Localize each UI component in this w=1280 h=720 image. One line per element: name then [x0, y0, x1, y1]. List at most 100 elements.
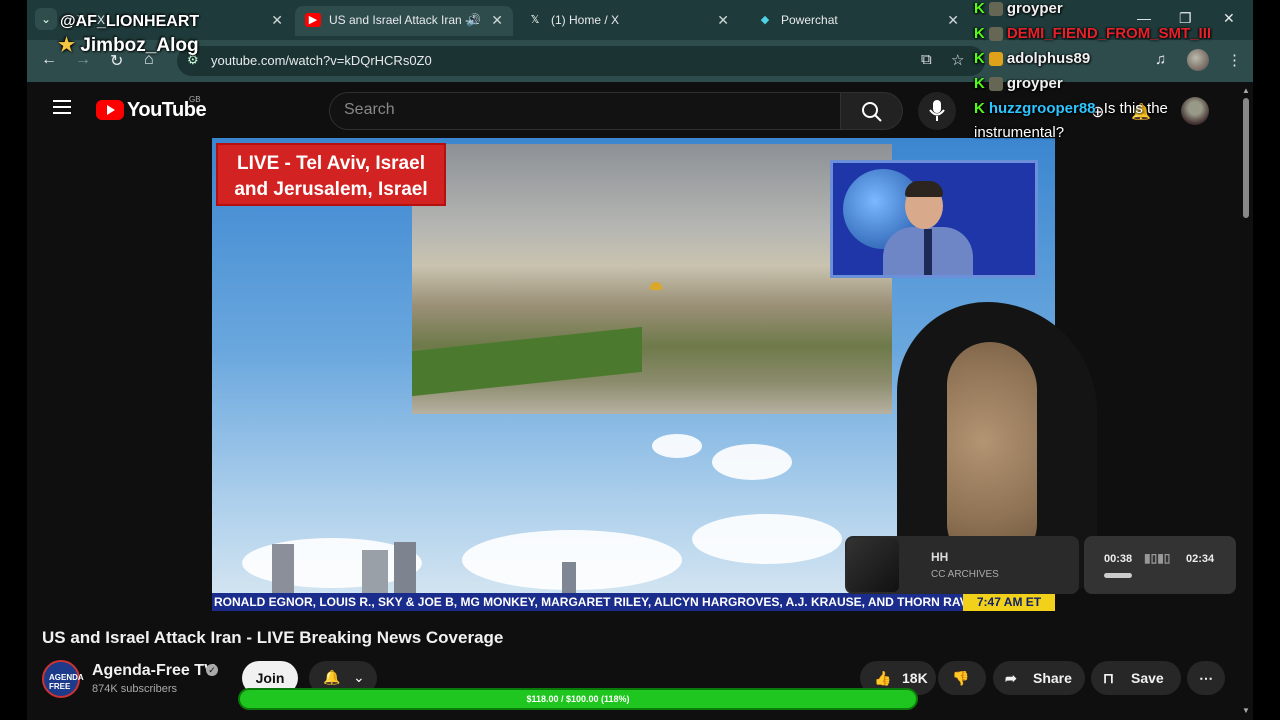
profile-avatar[interactable] [1187, 49, 1209, 71]
chat-username: adolphus89 [1006, 50, 1091, 67]
user-badge-icon [988, 27, 1003, 42]
album-art [847, 538, 899, 592]
window-close-icon[interactable]: ✕ [1223, 10, 1235, 27]
chevron-down-icon: ⌄ [353, 669, 365, 685]
elapsed-time: 00:38 [1104, 553, 1133, 565]
cloud [652, 434, 702, 458]
star-icon: ★ [58, 35, 76, 56]
media-control-icon[interactable]: ♫ [1155, 51, 1166, 68]
mic-icon [929, 100, 945, 121]
overlay-user-2: Jimboz_Alog [80, 35, 199, 56]
kick-icon: K [974, 0, 985, 17]
cloud [692, 514, 842, 564]
kick-icon: K [974, 25, 985, 42]
music-miniplayer[interactable]: HH CC ARCHIVES [845, 536, 1079, 594]
tab-x-home[interactable]: 𝕏 (1) Home / X ✕ [517, 6, 739, 36]
scroll-up-icon[interactable]: ▲ [1242, 86, 1250, 95]
x-icon: 𝕏 [530, 14, 540, 26]
channel-avatar[interactable]: AGENDA FREE [42, 660, 83, 698]
kick-icon: K [974, 75, 985, 92]
gold-badge-icon [988, 52, 1003, 67]
live-label-line1: LIVE - Tel Aviv, Israel [237, 153, 425, 174]
equalizer-icon: ▮▯▮▯ [1144, 551, 1171, 565]
more-icon: ⋯ [1199, 670, 1213, 686]
overlay-user-1: @AF_LIONHEART [60, 13, 200, 30]
chat-message: Kgroyper [974, 75, 1063, 92]
close-icon[interactable]: ✕ [717, 6, 729, 34]
account-avatar[interactable] [1181, 97, 1209, 125]
live-label-line2: and Jerusalem, Israel [234, 179, 428, 200]
menu-dots-icon[interactable]: ⋮ [1227, 51, 1242, 69]
youtube-icon: ▶ [305, 13, 321, 27]
bookmark-icon: ⊓ [1103, 670, 1114, 686]
track-duration: 02:34 [1186, 553, 1215, 565]
menu-icon[interactable] [53, 100, 71, 114]
page-scrollbar[interactable]: ▲ ▼ [1239, 86, 1253, 720]
user-badge-icon [988, 2, 1003, 17]
tab-title: Powerchat [781, 13, 838, 27]
chat-text: Is this the [1103, 100, 1168, 117]
thumbs-down-icon: 👎 [952, 670, 970, 686]
save-button[interactable]: ⊓ Save [1091, 661, 1181, 695]
scroll-down-icon[interactable]: ▼ [1242, 706, 1250, 715]
save-label: Save [1131, 670, 1164, 686]
chat-username: DEMI_FIEND_FROM_SMT_III [1006, 25, 1212, 42]
minimize-icon[interactable]: — [1137, 10, 1151, 26]
chat-message: Khuzzgrooper88 Is this the [974, 100, 1168, 117]
speaker-icon[interactable]: 🔊 [466, 6, 481, 34]
chat-message: Kadolphus89 [974, 50, 1090, 67]
jerusalem-camera-feed [412, 144, 892, 414]
url-text: youtube.com/watch?v=kDQrHCRs0Z0 [211, 53, 432, 68]
ticker-clock: 7:47 AM ET [963, 593, 1055, 611]
search-icon [862, 102, 882, 122]
bell-icon: 🔔 [323, 669, 341, 685]
dislike-button[interactable]: 👎 [938, 661, 986, 695]
skyscraper [394, 542, 416, 600]
overlay-user-2-row: ★ Jimboz_Alog [58, 34, 199, 57]
channel-name[interactable]: Agenda-Free TV [92, 662, 215, 680]
share-icon: ➦ [1005, 670, 1017, 686]
back-icon[interactable]: ← [41, 51, 57, 69]
news-anchor-inset [830, 160, 1038, 278]
install-app-icon[interactable]: ⧉ [921, 51, 932, 68]
bookmark-star-icon[interactable]: ☆ [951, 51, 964, 69]
search-input[interactable] [344, 101, 824, 119]
address-bar[interactable]: ⚙ youtube.com/watch?v=kDQrHCRs0Z0 [177, 46, 985, 76]
scrollbar-thumb[interactable] [1243, 98, 1249, 218]
live-location-banner: LIVE - Tel Aviv, Israel and Jerusalem, I… [216, 143, 446, 206]
dome-of-the-rock [650, 282, 662, 290]
subscriber-count: 874K subscribers [92, 683, 177, 695]
music-progress-bar[interactable] [1104, 573, 1132, 578]
chat-username: groyper [1006, 75, 1063, 92]
tab-title: US and Israel Attack Iran - L [329, 13, 480, 27]
chat-message: K DEMI_FIEND_FROM_SMT_III [974, 25, 1211, 42]
tab-youtube[interactable]: ▶ US and Israel Attack Iran - L 🔊 ✕ [295, 6, 513, 36]
track-title: HH [931, 550, 949, 564]
anchor-tie [924, 229, 932, 275]
tab-powerchat[interactable]: ◆ Powerchat ✕ [747, 6, 969, 36]
share-button[interactable]: ➦ Share [993, 661, 1085, 695]
close-icon[interactable]: ✕ [491, 6, 503, 34]
kick-icon: K [974, 50, 985, 67]
donation-goal-bar: $118.00 / $100.00 (118%) [238, 688, 918, 710]
share-label: Share [1033, 670, 1072, 686]
cloud [712, 444, 792, 480]
more-actions-button[interactable]: ⋯ [1187, 661, 1225, 695]
tab-search-button[interactable]: ⌄ [35, 8, 57, 30]
search-box [329, 92, 841, 130]
track-subtitle: CC ARCHIVES [931, 569, 999, 580]
powerchat-icon: ◆ [760, 14, 770, 26]
voice-search-button[interactable] [918, 92, 956, 130]
chat-message: Kgroyper [974, 0, 1063, 17]
avatar-potato-face [947, 342, 1037, 562]
close-icon[interactable]: ✕ [271, 6, 283, 34]
chat-username: huzzgrooper88 [988, 100, 1096, 117]
news-ticker: RONALD EGNOR, LOUIS R., SKY & JOE B, MG … [212, 593, 1055, 611]
search-button[interactable] [841, 92, 903, 130]
close-icon[interactable]: ✕ [947, 6, 959, 34]
youtube-logo-icon[interactable] [96, 100, 124, 120]
chat-message-continuation: instrumental? [974, 124, 1065, 141]
kick-icon: K [974, 100, 985, 117]
tab-title: (1) Home / X [551, 13, 620, 27]
green-field [412, 326, 642, 397]
